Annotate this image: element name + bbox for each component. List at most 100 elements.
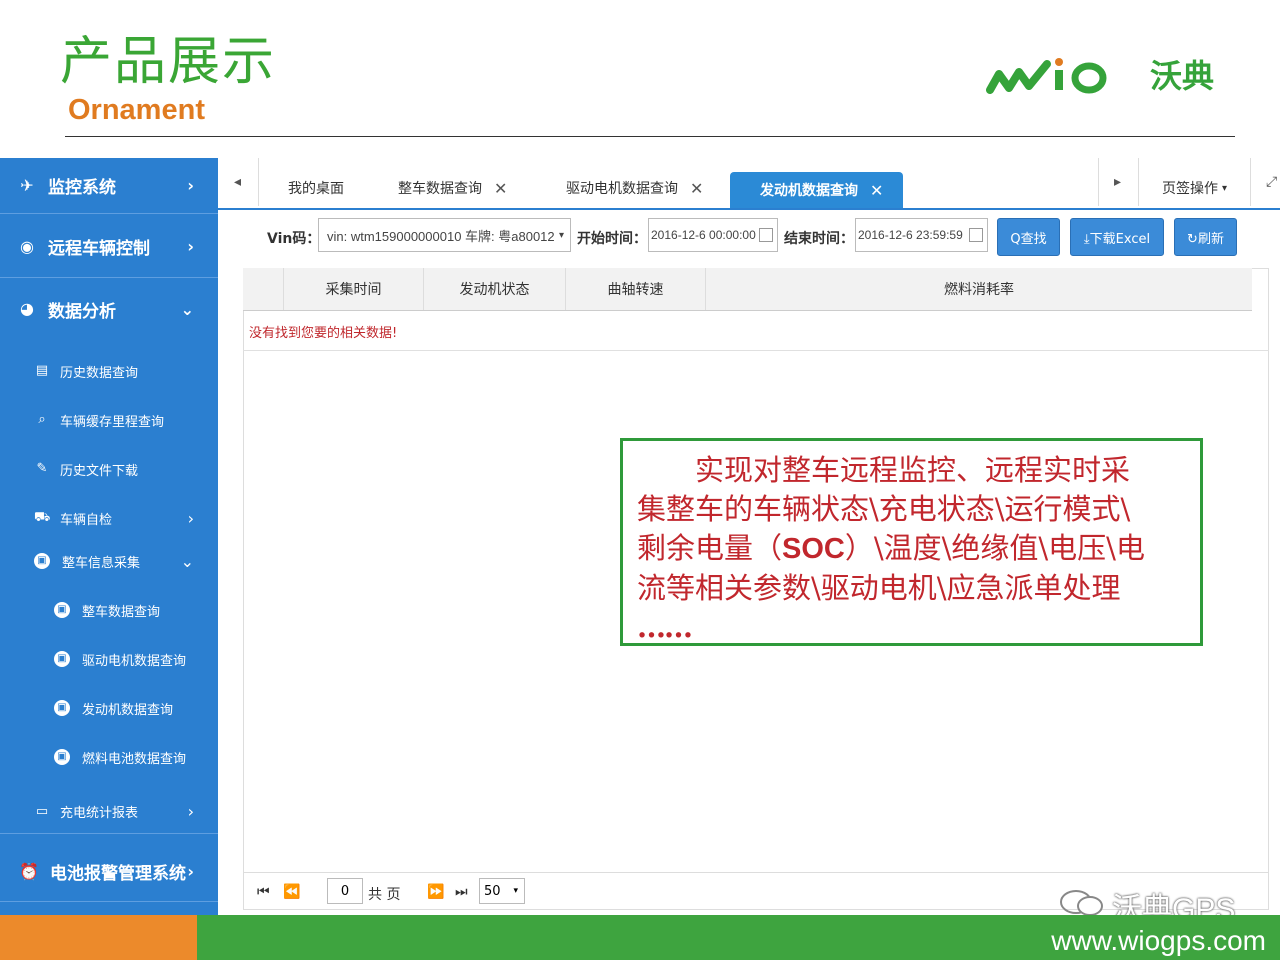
tab-my-desktop[interactable]: 我的桌面 xyxy=(288,170,344,206)
footer-url: www.wiogps.com xyxy=(1051,925,1266,956)
sidebar-item-label: 远程车辆控制 xyxy=(48,239,150,259)
download-excel-button[interactable]: ⤓下载Excel xyxy=(1070,218,1164,256)
sidebar-item-label: 历史数据查询 xyxy=(60,365,139,381)
sidebar-item-label: 历史文件下载 xyxy=(60,463,139,479)
caret-down-icon: ▾ xyxy=(513,886,518,896)
end-time-label: 结束时间： xyxy=(784,231,854,247)
sidebar-item-label: 车辆自检 xyxy=(60,512,113,528)
header-divider xyxy=(65,136,1235,137)
page-number-input[interactable]: 0 xyxy=(327,878,363,904)
fullscreen-icon[interactable]: ⤢ xyxy=(1266,174,1277,190)
start-time-label: 开始时间： xyxy=(577,231,647,247)
car-icon: ▣ xyxy=(54,700,70,716)
sidebar-item-remote-control[interactable]: ◉ 远程车辆控制 › xyxy=(0,216,218,278)
tab-label: 驱动电机数据查询 xyxy=(566,181,678,197)
sidebar-item-label: 发动机数据查询 xyxy=(82,702,174,718)
divider xyxy=(243,872,1269,873)
sidebar-item-vehicle-data-query[interactable]: ▣ 整车数据查询 xyxy=(0,588,218,632)
car-check-icon: ⛟ xyxy=(34,510,51,525)
logo-text: 沃典 xyxy=(1150,57,1215,95)
chevron-right-icon: › xyxy=(187,176,194,195)
sidebar-item-fuel-cell-query[interactable]: ▣ 燃料电池数据查询 xyxy=(0,735,218,779)
annotation-line: 实现对整车远程监控、远程实时采 xyxy=(637,453,1131,487)
chevron-right-icon: › xyxy=(187,508,194,528)
last-page-icon[interactable]: ⏭ xyxy=(455,884,468,900)
chevron-right-icon: › xyxy=(187,802,194,821)
page-size-value: 50 xyxy=(484,883,501,899)
tab-label: 我的桌面 xyxy=(288,181,344,197)
document-icon: ▤ xyxy=(35,363,49,378)
car-icon: ▣ xyxy=(54,602,70,618)
sidebar-item-file-download[interactable]: ✎ 历史文件下载 xyxy=(0,447,218,491)
sidebar-item-label: 整车信息采集 xyxy=(62,555,141,571)
end-time-value: 2016-12-6 23:59:59 xyxy=(858,228,963,242)
tab-label: 整车数据查询 xyxy=(398,181,482,197)
page-ops-dropdown[interactable]: 页签操作 ▾ xyxy=(1162,170,1227,206)
sidebar-item-data-analysis[interactable]: ◕ 数据分析 ⌄ xyxy=(0,280,218,338)
sidebar-item-label: 数据分析 xyxy=(48,301,116,322)
footer-accent xyxy=(0,915,197,960)
sidebar: ✈ 监控系统 › ◉ 远程车辆控制 › ◕ 数据分析 ⌄ ▤ 历史数据查询 ⌕ … xyxy=(0,158,218,915)
sidebar-item-motor-data-query[interactable]: ▣ 驱动电机数据查询 xyxy=(0,637,218,681)
caret-down-icon: ▾ xyxy=(1222,182,1228,194)
vin-select-value: vin: wtm159000000010 车牌: 粤a80012 xyxy=(327,228,555,244)
slide-title: 产品展示 xyxy=(60,32,277,92)
refresh-button[interactable]: ↻刷新 xyxy=(1174,218,1237,256)
car-icon: ▣ xyxy=(34,553,50,569)
column-header[interactable]: 采集时间 xyxy=(283,268,423,310)
page-ops-label: 页签操作 xyxy=(1162,181,1218,197)
car-icon: ▣ xyxy=(54,749,70,765)
search-button[interactable]: Q查找 xyxy=(997,218,1060,256)
caret-down-icon: ▾ xyxy=(558,229,564,241)
close-icon[interactable]: ✕ xyxy=(870,181,883,200)
chevron-right-icon: › xyxy=(187,237,194,256)
sidebar-item-label: 充电统计报表 xyxy=(60,806,139,821)
tab-engine-data[interactable]: 发动机数据查询 ✕ xyxy=(730,172,904,208)
tab-scroll-right-icon[interactable]: ▸ xyxy=(1114,174,1121,190)
page-size-select[interactable]: 50 ▾ xyxy=(479,878,525,904)
annotation-line: 流等相关参数\驱动电机\应急派单处理 xyxy=(637,571,1121,605)
calendar-icon[interactable] xyxy=(969,228,983,242)
alarm-icon: ⏰ xyxy=(19,861,39,881)
sidebar-item-engine-data-query[interactable]: ▣ 发动机数据查询 xyxy=(0,686,218,730)
sidebar-item-mileage-cache[interactable]: ⌕ 车辆缓存里程查询 xyxy=(0,398,218,442)
start-time-value: 2016-12-6 00:00:00 xyxy=(651,228,756,242)
divider xyxy=(1138,158,1139,206)
pie-chart-icon: ◕ xyxy=(20,299,34,318)
vin-select[interactable]: vin: wtm159000000010 车牌: 粤a80012 ▾ xyxy=(318,218,571,252)
column-header[interactable]: 发动机状态 xyxy=(423,268,565,310)
sidebar-item-label: 燃料电池数据查询 xyxy=(82,751,187,767)
first-page-icon[interactable]: ⏮ xyxy=(257,884,270,900)
tab-bar: ◂ 我的桌面 整车数据查询 ✕ 驱动电机数据查询 ✕ 发动机数据查询 ✕ ▸ 页… xyxy=(218,158,1280,210)
next-page-icon[interactable]: ⏩ xyxy=(427,884,444,900)
sidebar-item-vehicle-info[interactable]: ▣ 整车信息采集 ⌄ xyxy=(0,539,218,583)
start-time-input[interactable]: 2016-12-6 00:00:00 xyxy=(648,218,778,252)
tab-vehicle-data[interactable]: 整车数据查询 ✕ xyxy=(398,170,507,206)
sidebar-item-battery-alarm[interactable]: ⏰ 电池报警管理系统 › xyxy=(0,842,218,902)
tab-label: 发动机数据查询 xyxy=(760,183,858,199)
total-pages-label: 共 页 xyxy=(368,887,401,903)
close-icon[interactable]: ✕ xyxy=(494,179,507,198)
sidebar-item-self-check[interactable]: ⛟ 车辆自检 › xyxy=(0,496,218,540)
annotation-line: 集整车的车辆状态\充电状态\运行模式\ xyxy=(637,492,1131,526)
vin-label: Vin码： xyxy=(267,231,321,247)
tab-scroll-left-icon[interactable]: ◂ xyxy=(234,174,241,190)
column-header[interactable]: 燃料消耗率 xyxy=(705,268,1252,310)
annotation-box: 实现对整车远程监控、远程实时采 集整车的车辆状态\充电状态\运行模式\ 剩余电量… xyxy=(620,438,1203,646)
sidebar-item-monitor[interactable]: ✈ 监控系统 › xyxy=(0,158,218,214)
sidebar-item-label: 电池报警管理系统 xyxy=(50,864,186,884)
divider xyxy=(258,158,259,206)
tab-motor-data[interactable]: 驱动电机数据查询 ✕ xyxy=(566,170,703,206)
calendar-icon[interactable] xyxy=(759,228,773,242)
chevron-down-icon: ⌄ xyxy=(180,299,194,319)
sidebar-item-charging-report[interactable]: ▭ 充电统计报表 › xyxy=(0,790,218,834)
prev-page-icon[interactable]: ⏪ xyxy=(283,884,300,900)
chevron-down-icon: ⌄ xyxy=(180,551,194,571)
column-header[interactable]: 曲轴转速 xyxy=(565,268,705,310)
annotation-line: …… xyxy=(637,610,693,644)
search-icon: ⌕ xyxy=(38,412,46,427)
sidebar-item-history-data[interactable]: ▤ 历史数据查询 xyxy=(0,349,218,393)
close-icon[interactable]: ✕ xyxy=(690,179,703,198)
slide-subtitle: Ornament xyxy=(68,94,205,126)
end-time-input[interactable]: 2016-12-6 23:59:59 xyxy=(855,218,988,252)
